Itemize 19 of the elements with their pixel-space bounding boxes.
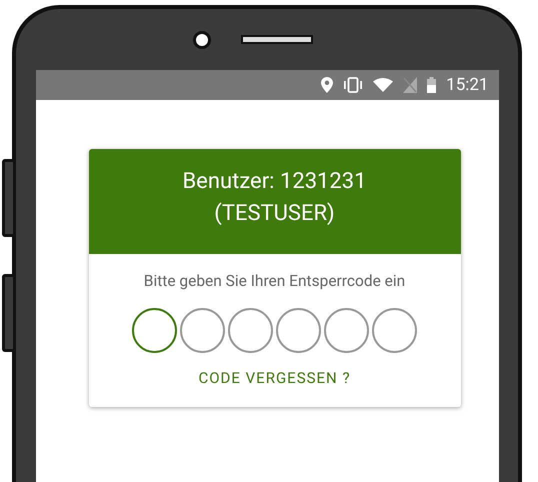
vibrate-icon xyxy=(343,77,364,93)
prompt-text: Bitte geben Sie Ihren Entsperrcode ein xyxy=(144,272,406,290)
wifi-icon xyxy=(373,78,394,92)
side-button[interactable] xyxy=(2,159,16,237)
user-header: Benutzer: 1231231 (TESTUSER) xyxy=(88,149,460,254)
pin-digit-field[interactable] xyxy=(132,308,177,353)
pin-digit-field[interactable] xyxy=(324,308,369,353)
pin-digit-field[interactable] xyxy=(180,308,225,353)
pin-digit-field[interactable] xyxy=(372,308,417,353)
speaker-icon xyxy=(241,35,313,44)
battery-icon xyxy=(427,77,436,93)
no-signal-icon xyxy=(403,77,418,93)
pin-digit-field[interactable] xyxy=(228,308,273,353)
location-pin-icon xyxy=(321,77,334,93)
camera-icon xyxy=(193,30,211,48)
forgot-code-link[interactable]: CODE VERGESSEN ? xyxy=(198,369,351,387)
status-time: 15:21 xyxy=(446,75,488,95)
pin-digit-field[interactable] xyxy=(276,308,321,353)
side-button[interactable] xyxy=(2,274,16,352)
